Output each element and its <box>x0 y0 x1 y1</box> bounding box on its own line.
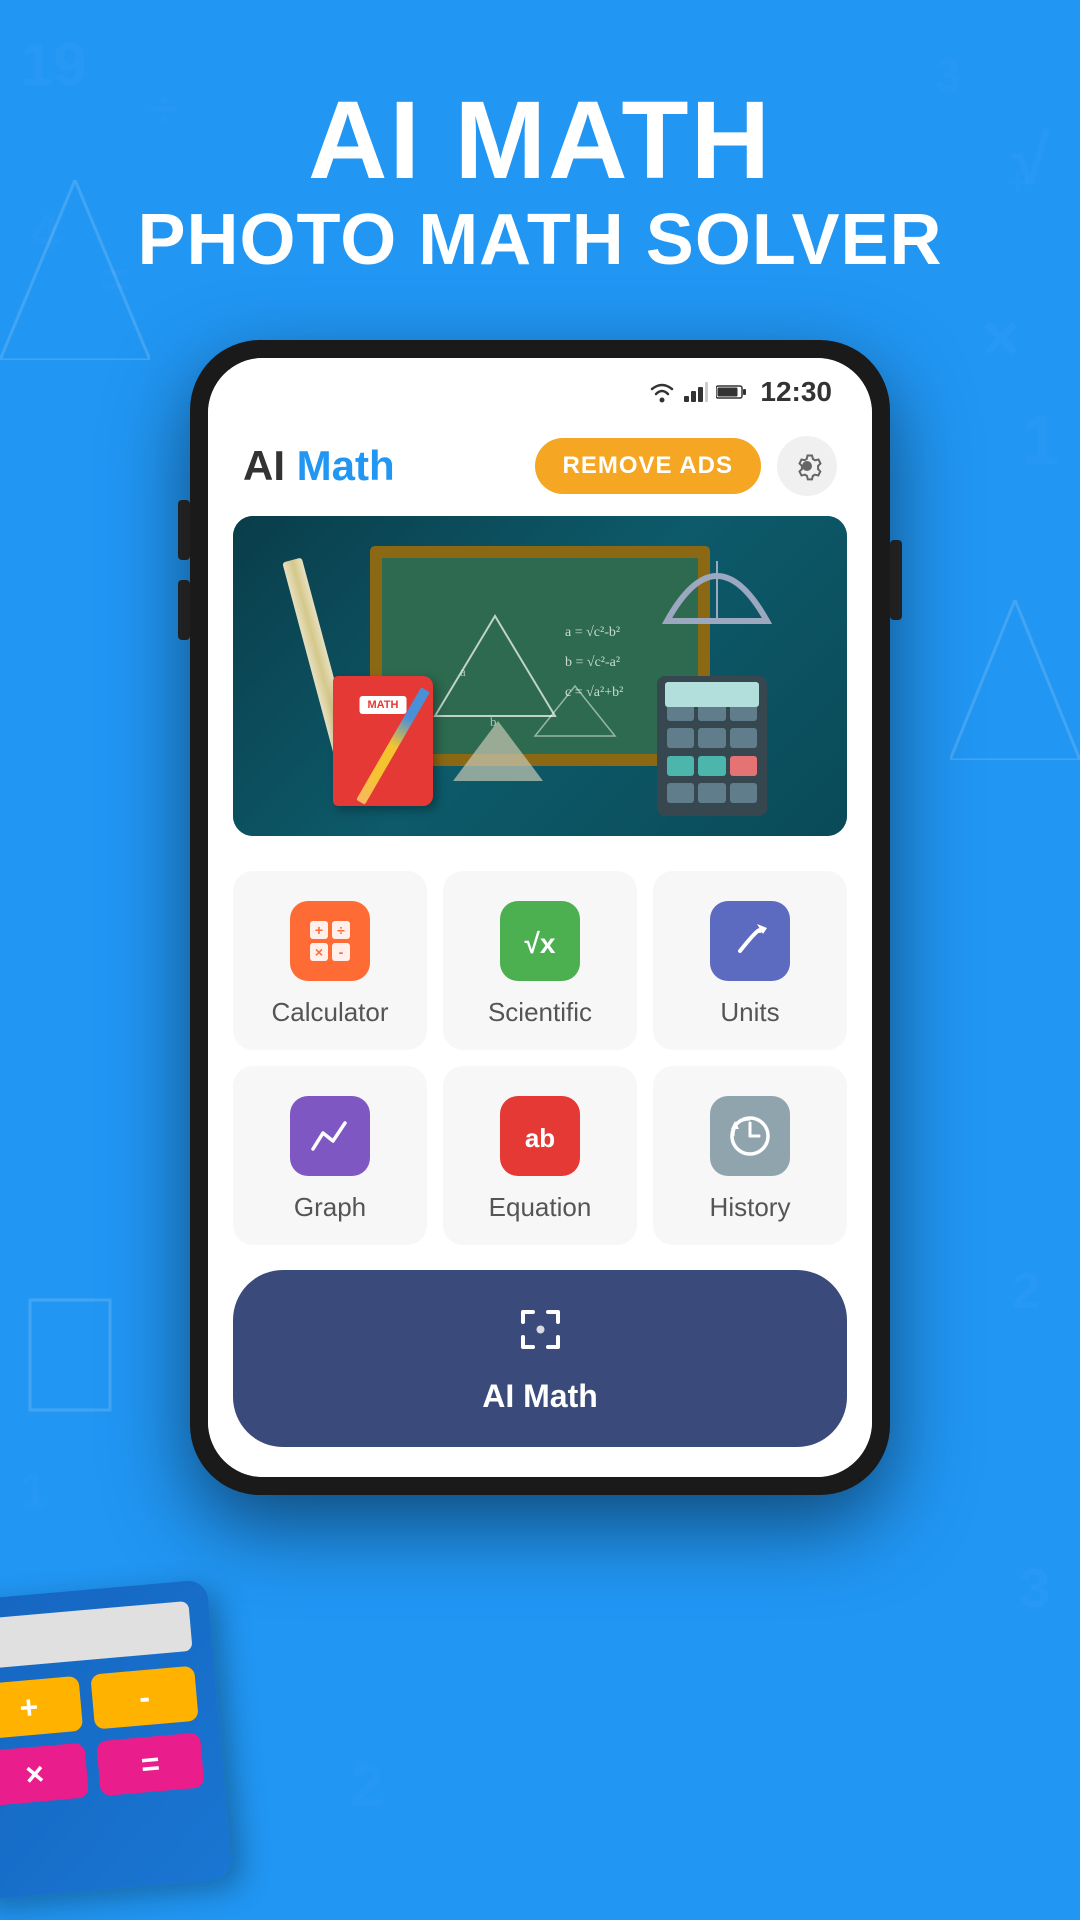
units-icon <box>710 901 790 981</box>
logo-math: Math <box>285 442 395 489</box>
calculator-decoration: + - × = <box>0 1579 233 1901</box>
calculator-icon: + ÷ × - <box>290 901 370 981</box>
svg-text:√x: √x <box>525 928 556 959</box>
equation-icon: ab <box>500 1096 580 1176</box>
ai-math-button[interactable]: AI Math <box>233 1270 847 1447</box>
triangle-decoration <box>453 721 543 781</box>
svg-text:-: - <box>339 944 344 960</box>
signal-icon <box>684 382 708 402</box>
ai-math-scan-icon <box>513 1302 568 1368</box>
svg-text:a = √c²-b²: a = √c²-b² <box>565 625 620 640</box>
phone-screen: 12:30 AI Math REMOVE ADS <box>208 358 872 1477</box>
history-icon <box>710 1096 790 1176</box>
settings-button[interactable] <box>777 436 837 496</box>
status-icons <box>648 381 748 403</box>
logo-ai: AI <box>243 442 285 489</box>
svg-text:÷: ÷ <box>337 922 345 938</box>
svg-text:ab: ab <box>525 1123 555 1153</box>
header-section: AI MATH PHOTO MATH SOLVER <box>137 0 942 320</box>
deco-btn-plus: + <box>0 1676 83 1740</box>
volume-down-button <box>178 580 190 640</box>
notebook-label: MATH <box>360 696 407 714</box>
svg-text:a: a <box>460 664 466 679</box>
deco-btn-equals: = <box>96 1732 204 1796</box>
menu-item-calculator[interactable]: + ÷ × - Calculator <box>233 871 427 1050</box>
app-logo: AI Math <box>243 442 395 490</box>
header-actions: REMOVE ADS <box>535 436 837 496</box>
menu-item-history[interactable]: History <box>653 1066 847 1245</box>
volume-up-button <box>178 500 190 560</box>
svg-text:×: × <box>315 944 323 960</box>
remove-ads-button[interactable]: REMOVE ADS <box>535 438 761 494</box>
graph-label: Graph <box>294 1192 366 1223</box>
battery-icon <box>716 384 748 400</box>
main-title: AI MATH <box>137 80 942 201</box>
status-time: 12:30 <box>760 376 832 408</box>
units-label: Units <box>720 997 779 1028</box>
main-subtitle: PHOTO MATH SOLVER <box>137 201 942 280</box>
menu-grid: + ÷ × - Calculator √x <box>208 856 872 1260</box>
protractor-decoration <box>657 541 777 631</box>
equation-label: Equation <box>489 1192 592 1223</box>
menu-item-units[interactable]: Units <box>653 871 847 1050</box>
scientific-label: Scientific <box>488 997 592 1028</box>
gear-icon <box>790 449 824 483</box>
phone-mockup: 12:30 AI Math REMOVE ADS <box>190 340 890 1495</box>
status-bar: 12:30 <box>208 358 872 416</box>
deco-btn-minus: - <box>90 1666 198 1730</box>
graph-icon <box>290 1096 370 1176</box>
calc-screen <box>665 682 759 707</box>
menu-item-equation[interactable]: ab Equation <box>443 1066 637 1245</box>
math-banner-section: a b c a = √c²-b² b = √c²-a² c = √a²+b² <box>208 516 872 856</box>
app-header: AI Math REMOVE ADS <box>208 416 872 516</box>
power-button <box>890 540 902 620</box>
phone-frame: 12:30 AI Math REMOVE ADS <box>190 340 890 1495</box>
menu-item-scientific[interactable]: √x Scientific <box>443 871 637 1050</box>
ai-math-button-label: AI Math <box>482 1378 598 1415</box>
ai-math-section: AI Math <box>208 1260 872 1477</box>
math-banner: a b c a = √c²-b² b = √c²-a² c = √a²+b² <box>233 516 847 836</box>
svg-text:+: + <box>315 922 323 938</box>
menu-item-graph[interactable]: Graph <box>233 1066 427 1245</box>
history-label: History <box>710 1192 791 1223</box>
scientific-icon: √x <box>500 901 580 981</box>
calculator-illustration <box>657 676 767 816</box>
svg-text:b = √c²-a²: b = √c²-a² <box>565 655 620 670</box>
wifi-icon <box>648 381 676 403</box>
deco-btn-multiply: × <box>0 1743 89 1807</box>
chalkboard-scene: a b c a = √c²-b² b = √c²-a² c = √a²+b² <box>233 516 847 836</box>
calculator-label: Calculator <box>271 997 388 1028</box>
